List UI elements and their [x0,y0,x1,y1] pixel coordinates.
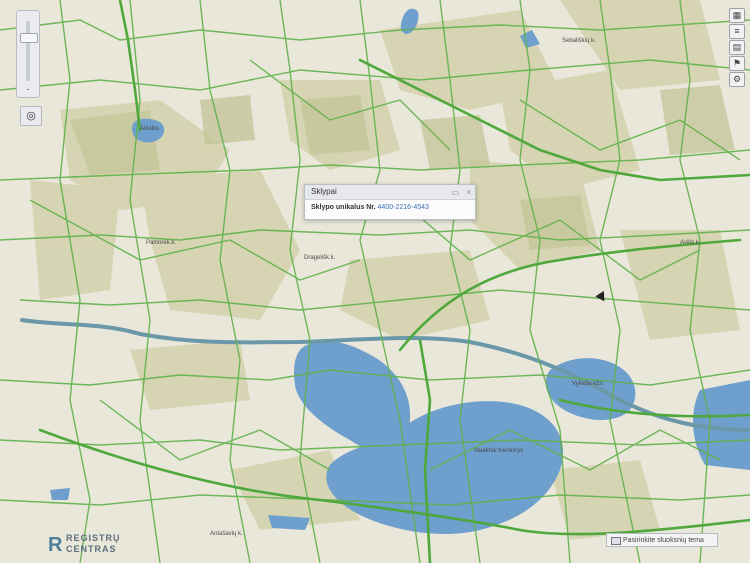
flag-icon: ⚑ [732,58,742,68]
label-reservoir: Vaiakhai tvenkinys [474,448,524,454]
tool-button-1[interactable]: ▦ [729,8,745,23]
forest-area [200,95,255,145]
label-lake-top: Alitaitis [140,126,160,132]
map-viewport[interactable]: - ◎ ▦ ≡ ▤ ⚑ ⚙ Alitaitis Palnorek.k. Drag… [0,0,750,563]
popup-body: Sklypo unikalus Nr. 4400-2216-4543 [305,200,475,216]
label-village-left: Palnorek.k. [146,240,177,246]
logo-icon: R [48,534,63,556]
popup-header[interactable]: Sklypai ▭ × [305,185,475,200]
locate-button[interactable]: ◎ [20,106,42,126]
logo-line-1: REGISTRŲ [66,533,121,543]
forest-area [300,95,370,155]
logo-line-2: CENTRAS [66,544,117,554]
zoom-slider-handle[interactable] [20,33,38,43]
label-lake-right: Vykeže ežs. [572,381,605,387]
maximize-icon[interactable]: ▭ [452,188,460,197]
registru-centras-logo: R REGISTRŲ CENTRAS [48,531,128,559]
locate-icon: ◎ [26,110,36,122]
tool-button-3[interactable]: ▤ [729,40,745,55]
pond-left [50,488,70,500]
zoom-out-button[interactable]: - [21,85,35,94]
parcel-number-link[interactable]: 4400-2216-4543 [378,204,429,211]
zoom-control[interactable]: - [16,10,40,98]
label-village-top-right: Sebališkių k. [562,38,596,44]
tool-button-4[interactable]: ⚑ [729,56,745,71]
layer-theme-selector[interactable]: Pasirinkite sluoksnių tema [606,533,718,547]
logo-text: REGISTRŲ CENTRAS [66,533,121,555]
zoom-track[interactable] [26,21,30,81]
label-village-right: Avilio k. [680,240,701,246]
popup-title: Sklypai [311,187,337,196]
tool-button-5[interactable]: ⚙ [729,72,745,87]
field-area [30,180,120,300]
tool-button-2[interactable]: ≡ [729,24,745,39]
parcel-number-label: Sklypo unikalus Nr. [311,204,376,211]
print-icon: ▤ [732,42,742,52]
parcel-info-popup[interactable]: Sklypai ▭ × Sklypo unikalus Nr. 4400-221… [304,184,476,220]
map-canvas[interactable] [0,0,750,563]
settings-icon: ⚙ [732,74,742,84]
label-village-bottom: Antašavių k. [210,531,243,537]
close-icon[interactable]: × [466,188,471,197]
label-village-center: Dragelišk.k. [304,255,336,261]
grid-icon: ▦ [732,10,742,20]
layers-icon: ≡ [734,26,740,36]
